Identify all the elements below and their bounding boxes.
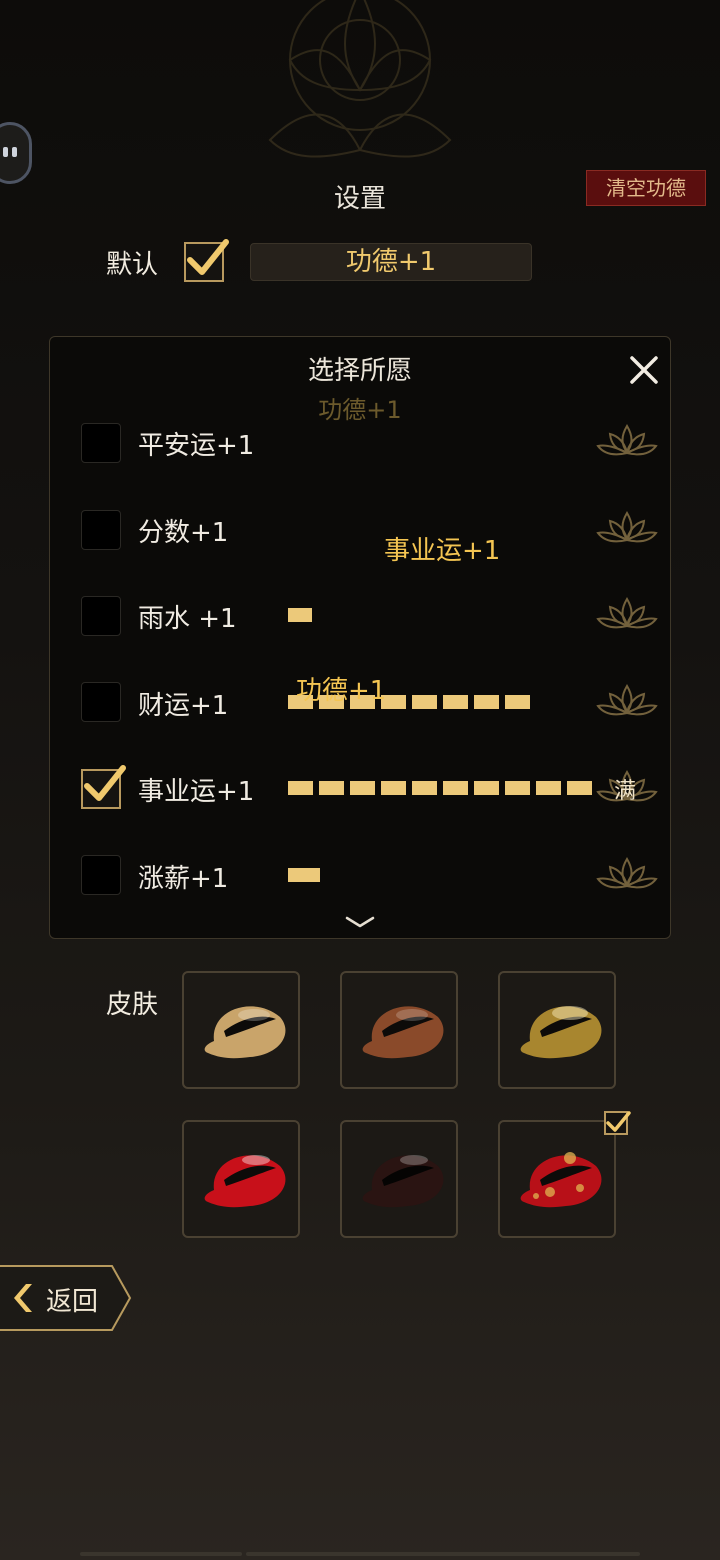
wooden-fish-icon [362, 1006, 444, 1059]
chevron-down-icon[interactable] [344, 914, 376, 930]
skin-option-red-gold[interactable] [498, 1120, 616, 1238]
wish-label: 雨水 +1 [138, 604, 237, 634]
wish-checkbox[interactable] [81, 423, 121, 463]
default-checkbox[interactable] [184, 242, 224, 282]
wish-panel-title: 选择所愿 [307, 356, 412, 386]
floating-merit-text: 事业运+1 [384, 536, 501, 566]
lotus-background-decoration [268, 0, 452, 158]
lotus-icon [596, 424, 658, 456]
assistant-eye-icon [12, 147, 17, 157]
progress-segment [443, 781, 468, 795]
progress-segment [505, 695, 530, 709]
progress-segment [412, 695, 437, 709]
progress-segment [288, 781, 313, 795]
wish-checkbox[interactable] [81, 682, 121, 722]
progress-segment [350, 781, 375, 795]
wish-panel-subtitle: 功德+1 [318, 396, 402, 424]
lotus-icon [596, 511, 658, 543]
assistant-eye-icon [3, 147, 8, 157]
progress-segment [536, 781, 561, 795]
skin-option-rosewood[interactable] [340, 971, 458, 1089]
progress-segment [505, 781, 530, 795]
wish-checkbox[interactable] [81, 596, 121, 636]
skin-label: 皮肤 [106, 990, 159, 1020]
wish-label: 事业运+1 [138, 777, 255, 807]
skin-option-ebony[interactable] [340, 1120, 458, 1238]
wish-label: 平安运+1 [138, 431, 255, 461]
wooden-fish-icon [362, 1155, 444, 1208]
wish-checkbox[interactable] [81, 510, 121, 550]
wish-label: 分数+1 [138, 518, 229, 548]
skin-option-gold[interactable] [498, 971, 616, 1089]
wish-progress-bar [288, 868, 326, 882]
wooden-fish-icon [204, 1155, 286, 1208]
progress-segment [381, 781, 406, 795]
assistant-bubble[interactable] [0, 122, 32, 184]
floating-merit-text: 功德+1 [296, 676, 387, 706]
progress-segment [319, 781, 344, 795]
back-label[interactable]: 返回 [46, 1281, 98, 1318]
clear-merit-button[interactable]: 清空功德 [586, 170, 706, 206]
default-text-field[interactable]: 功德+1 [250, 243, 532, 281]
wish-progress-bar [288, 608, 318, 622]
lotus-icon [596, 597, 658, 629]
progress-segment [474, 695, 499, 709]
wish-checkbox[interactable] [81, 855, 121, 895]
progress-segment [567, 781, 592, 795]
bottom-decor-line [80, 1552, 242, 1556]
wooden-fish-icon [520, 1006, 602, 1059]
progress-segment [474, 781, 499, 795]
progress-segment [288, 608, 312, 622]
full-status-text: 满 [614, 779, 637, 804]
progress-segment [288, 868, 320, 882]
wooden-fish-icon [204, 1006, 286, 1059]
lotus-icon [596, 684, 658, 716]
wish-label: 财运+1 [138, 691, 229, 721]
default-label: 默认 [106, 250, 159, 280]
wish-progress-bar [288, 781, 598, 795]
progress-segment [412, 781, 437, 795]
wooden-fish-icon [520, 1152, 602, 1208]
lotus-icon [596, 857, 658, 889]
wish-checkbox[interactable] [81, 769, 121, 809]
selected-skin-checkbox[interactable] [604, 1111, 628, 1135]
skin-option-red-lacquer[interactable] [182, 1120, 300, 1238]
skin-option-light-wood[interactable] [182, 971, 300, 1089]
progress-segment [443, 695, 468, 709]
close-icon[interactable] [628, 354, 660, 386]
wish-label: 涨薪+1 [138, 864, 229, 894]
bottom-decor-line [246, 1552, 640, 1556]
